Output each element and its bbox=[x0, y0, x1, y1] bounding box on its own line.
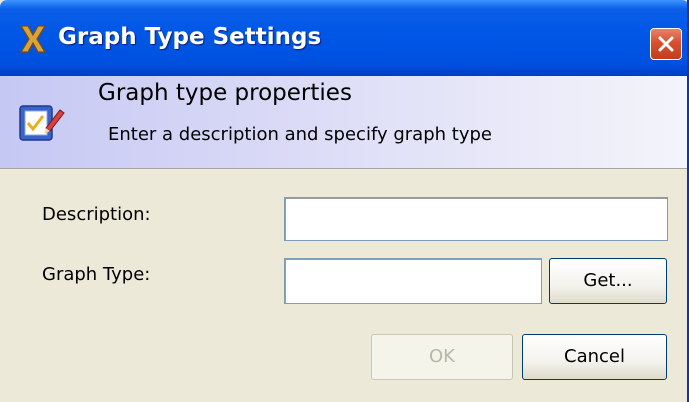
cancel-button[interactable]: Cancel bbox=[522, 334, 667, 380]
header-banner: Graph type properties Enter a descriptio… bbox=[0, 76, 687, 169]
ok-button[interactable]: OK bbox=[371, 334, 513, 380]
close-icon bbox=[658, 36, 674, 52]
checklist-pencil-icon bbox=[19, 105, 65, 141]
x-app-icon bbox=[19, 25, 47, 53]
banner-title: Graph type properties bbox=[98, 80, 352, 106]
get-button[interactable]: Get... bbox=[549, 258, 667, 304]
window-title: Graph Type Settings bbox=[58, 24, 322, 50]
graph-type-field[interactable] bbox=[284, 258, 542, 304]
graph-type-settings-dialog: Graph Type Settings Graph type propertie… bbox=[0, 0, 689, 402]
description-label: Description: bbox=[42, 204, 151, 225]
graph-type-label: Graph Type: bbox=[42, 264, 151, 285]
title-bar[interactable]: Graph Type Settings bbox=[0, 0, 687, 76]
description-field[interactable] bbox=[284, 197, 668, 241]
close-button[interactable] bbox=[650, 28, 682, 60]
banner-subtitle: Enter a description and specify graph ty… bbox=[108, 124, 492, 145]
